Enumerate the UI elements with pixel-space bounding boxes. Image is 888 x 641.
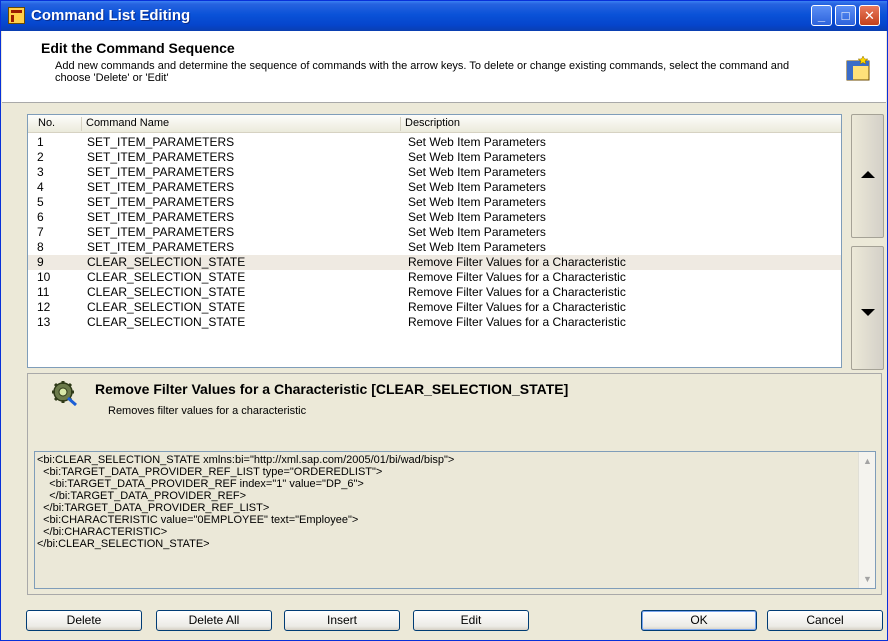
- row-description: Remove Filter Values for a Characteristi…: [408, 285, 626, 299]
- xml-content[interactable]: <bi:CLEAR_SELECTION_STATE xmlns:bi="http…: [37, 454, 853, 550]
- window-title: Command List Editing: [31, 7, 191, 24]
- column-header-description[interactable]: Description: [400, 117, 841, 131]
- page-description: Add new commands and determine the seque…: [55, 60, 790, 84]
- scroll-down-icon[interactable]: ▼: [860, 571, 875, 587]
- row-command-name: SET_ITEM_PARAMETERS: [87, 180, 235, 194]
- maximize-button[interactable]: □: [835, 5, 856, 26]
- close-button[interactable]: ✕: [859, 5, 880, 26]
- row-number: 6: [37, 210, 44, 224]
- row-description: Set Web Item Parameters: [408, 195, 546, 209]
- row-description: Set Web Item Parameters: [408, 165, 546, 179]
- row-command-name: SET_ITEM_PARAMETERS: [87, 195, 235, 209]
- table-row[interactable]: 8 SET_ITEM_PARAMETERS Set Web Item Paramet…: [28, 240, 841, 255]
- row-description: Set Web Item Parameters: [408, 135, 546, 149]
- row-command-name: CLEAR_SELECTION_STATE: [87, 285, 246, 299]
- table-row[interactable]: 4 SET_ITEM_PARAMETERS Set Web Item Paramet…: [28, 180, 841, 195]
- row-command-name: CLEAR_SELECTION_STATE: [87, 300, 246, 314]
- row-number: 11: [37, 285, 50, 299]
- scroll-up-icon[interactable]: ▲: [860, 453, 875, 469]
- row-command-name: CLEAR_SELECTION_STATE: [87, 315, 246, 329]
- delete-button[interactable]: Delete: [26, 610, 142, 631]
- row-command-name: SET_ITEM_PARAMETERS: [87, 135, 235, 149]
- table-row[interactable]: 2 SET_ITEM_PARAMETERS Set Web Item Paramet…: [28, 150, 841, 165]
- row-command-name: SET_ITEM_PARAMETERS: [87, 165, 235, 179]
- command-list-table[interactable]: No. Command Name Description 1 SET_ITEM_P…: [27, 114, 842, 368]
- command-list-editing-window: Command List Editing _ □ ✕ Edit the Comm…: [0, 0, 888, 641]
- row-number: 5: [37, 195, 44, 209]
- row-command-name: SET_ITEM_PARAMETERS: [87, 210, 235, 224]
- row-description: Set Web Item Parameters: [408, 210, 546, 224]
- header-panel: Edit the Command Sequence Add new comman…: [2, 31, 886, 103]
- move-down-button[interactable]: [851, 246, 884, 370]
- table-row[interactable]: 9 CLEAR_SELECTION_STATE Remove Filter Valu…: [28, 255, 841, 270]
- minimize-button[interactable]: _: [811, 5, 832, 26]
- row-number: 2: [37, 150, 44, 164]
- command-detail-title: Remove Filter Values for a Characteristi…: [95, 381, 569, 397]
- row-command-name: SET_ITEM_PARAMETERS: [87, 150, 235, 164]
- arrow-down-icon: [861, 309, 875, 316]
- cancel-button[interactable]: Cancel: [767, 610, 883, 631]
- edit-button[interactable]: Edit: [413, 610, 529, 631]
- move-up-button[interactable]: [851, 114, 884, 238]
- row-command-name: SET_ITEM_PARAMETERS: [87, 225, 235, 239]
- row-number: 12: [37, 300, 51, 314]
- row-number: 1: [37, 135, 44, 149]
- arrow-up-icon: [861, 171, 875, 178]
- row-number: 4: [37, 180, 44, 194]
- table-header: No. Command Name Description: [28, 115, 841, 133]
- xml-scrollbar[interactable]: ▲ ▼: [858, 452, 875, 588]
- table-row[interactable]: 7 SET_ITEM_PARAMETERS Set Web Item Paramet…: [28, 225, 841, 240]
- row-description: Remove Filter Values for a Characteristi…: [408, 315, 626, 329]
- command-detail-subtitle: Removes filter values for a characterist…: [108, 405, 307, 417]
- row-number: 9: [37, 255, 44, 269]
- command-list-icon: [8, 7, 25, 24]
- row-number: 7: [37, 225, 44, 239]
- row-description: Set Web Item Parameters: [408, 180, 546, 194]
- row-command-name: CLEAR_SELECTION_STATE: [87, 270, 246, 284]
- insert-button[interactable]: Insert: [284, 610, 400, 631]
- ok-button[interactable]: OK: [641, 610, 757, 631]
- row-number: 8: [37, 240, 44, 254]
- row-number: 10: [37, 270, 51, 284]
- table-row[interactable]: 13 CLEAR_SELECTION_STATE Remove Filter Val…: [28, 315, 841, 330]
- delete-all-button[interactable]: Delete All: [156, 610, 272, 631]
- row-number: 3: [37, 165, 44, 179]
- table-row[interactable]: 6 SET_ITEM_PARAMETERS Set Web Item Paramet…: [28, 210, 841, 225]
- row-number: 13: [37, 315, 51, 329]
- table-row[interactable]: 12 CLEAR_SELECTION_STATE Remove Filter Val…: [28, 300, 841, 315]
- gear-icon: [52, 381, 77, 406]
- table-row[interactable]: 10 CLEAR_SELECTION_STATE Remove Filter Val…: [28, 270, 841, 285]
- command-list-large-icon: [846, 55, 870, 81]
- command-detail-panel: Remove Filter Values for a Characteristi…: [27, 373, 882, 595]
- row-description: Set Web Item Parameters: [408, 240, 546, 254]
- row-description: Set Web Item Parameters: [408, 225, 546, 239]
- column-header-command-name[interactable]: Command Name: [81, 117, 399, 131]
- column-header-no[interactable]: No.: [34, 117, 80, 131]
- row-description: Remove Filter Values for a Characteristi…: [408, 270, 626, 284]
- row-command-name: CLEAR_SELECTION_STATE: [87, 255, 246, 269]
- table-row[interactable]: 1 SET_ITEM_PARAMETERS Set Web Item Paramet…: [28, 135, 841, 150]
- row-description: Remove Filter Values for a Characteristi…: [408, 255, 626, 269]
- xml-text-area[interactable]: <bi:CLEAR_SELECTION_STATE xmlns:bi="http…: [34, 451, 876, 589]
- page-title: Edit the Command Sequence: [41, 40, 235, 56]
- row-command-name: SET_ITEM_PARAMETERS: [87, 240, 235, 254]
- table-row[interactable]: 11 CLEAR_SELECTION_STATE Remove Filter Val…: [28, 285, 841, 300]
- row-description: Remove Filter Values for a Characteristi…: [408, 300, 626, 314]
- title-bar[interactable]: Command List Editing _ □ ✕: [1, 1, 887, 31]
- row-description: Set Web Item Parameters: [408, 150, 546, 164]
- table-row[interactable]: 5 SET_ITEM_PARAMETERS Set Web Item Paramet…: [28, 195, 841, 210]
- table-row[interactable]: 3 SET_ITEM_PARAMETERS Set Web Item Paramet…: [28, 165, 841, 180]
